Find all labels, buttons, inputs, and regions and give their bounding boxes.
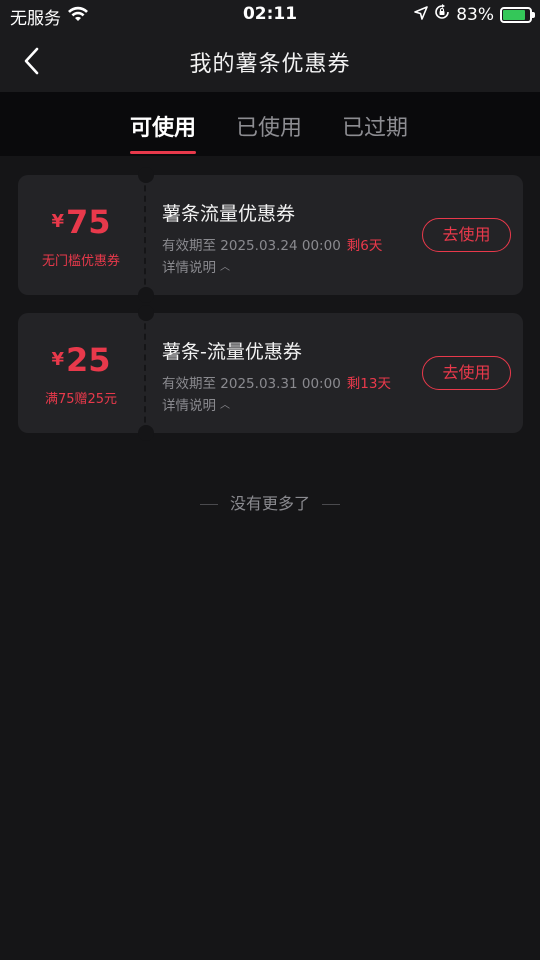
status-bar: 无服务 02:11 83% bbox=[0, 0, 540, 30]
coupon-amount: ¥75 bbox=[18, 203, 144, 241]
chevron-up-icon: ︿ bbox=[220, 262, 230, 273]
coupon-condition: 无门槛优惠券 bbox=[41, 254, 120, 269]
amount-value: 75 bbox=[66, 203, 111, 241]
nav-bar: 我的薯条优惠券 bbox=[0, 30, 540, 92]
currency-symbol: ¥ bbox=[51, 349, 64, 370]
coupon-validity: 有效期至 2025.03.24 00:00 剩6天 bbox=[162, 234, 382, 254]
coupon-validity: 有效期至 2025.03.31 00:00 剩13天 bbox=[162, 372, 391, 392]
coupon-value-section: ¥75 无门槛优惠券 bbox=[18, 175, 146, 295]
tab-used[interactable]: 已使用 bbox=[236, 110, 302, 142]
status-right: 83% bbox=[414, 4, 535, 25]
coupon-condition: 满75赠25元 bbox=[44, 392, 118, 407]
coupon-title: 薯条流量优惠券 bbox=[162, 203, 296, 225]
tab-label: 可使用 bbox=[130, 116, 197, 141]
active-tab-indicator bbox=[130, 151, 197, 154]
amount-value: 25 bbox=[66, 341, 111, 379]
validity-date: 有效期至 2025.03.24 00:00 bbox=[162, 238, 341, 254]
coupon-title: 薯条-流量优惠券 bbox=[162, 341, 302, 363]
coupon-value-section: ¥25 满75赠25元 bbox=[18, 313, 146, 433]
currency-symbol: ¥ bbox=[51, 211, 64, 232]
use-coupon-button[interactable]: 去使用 bbox=[422, 218, 511, 252]
days-remaining: 剩13天 bbox=[346, 376, 391, 392]
orientation-lock-icon bbox=[434, 4, 450, 25]
coupon-card: ¥75 无门槛优惠券 薯条流量优惠券 有效期至 2025.03.24 00:00… bbox=[18, 167, 523, 303]
ticket-notch-top bbox=[138, 167, 154, 183]
end-of-list-indicator: 没有更多了 bbox=[0, 490, 540, 514]
tab-label: 已使用 bbox=[236, 116, 303, 141]
battery-icon bbox=[500, 6, 535, 23]
details-label: 详情说明 bbox=[162, 260, 216, 276]
chevron-up-icon: ︿ bbox=[220, 400, 230, 411]
tab-label: 已过期 bbox=[342, 116, 409, 141]
tab-bar: 可使用 已使用 已过期 bbox=[0, 92, 540, 156]
battery-percent: 83% bbox=[456, 4, 494, 25]
coupon-amount: ¥25 bbox=[18, 341, 144, 379]
details-label: 详情说明 bbox=[162, 398, 216, 414]
ticket-notch-bottom bbox=[138, 287, 154, 303]
coupon-card: ¥25 满75赠25元 薯条-流量优惠券 有效期至 2025.03.31 00:… bbox=[18, 305, 523, 441]
details-toggle[interactable]: 详情说明 ︿ bbox=[162, 256, 230, 276]
validity-date: 有效期至 2025.03.31 00:00 bbox=[162, 376, 341, 392]
ticket-notch-bottom bbox=[138, 425, 154, 441]
page-title: 我的薯条优惠券 bbox=[189, 52, 351, 77]
tab-available[interactable]: 可使用 bbox=[130, 110, 197, 154]
location-arrow-icon bbox=[414, 5, 429, 25]
days-remaining: 剩6天 bbox=[346, 238, 383, 254]
no-more-label: 没有更多了 bbox=[229, 494, 310, 513]
details-toggle[interactable]: 详情说明 ︿ bbox=[162, 394, 230, 414]
divider bbox=[199, 504, 218, 505]
battery-level bbox=[503, 9, 525, 20]
ticket-notch-top bbox=[138, 305, 154, 321]
divider bbox=[322, 504, 340, 505]
use-coupon-button[interactable]: 去使用 bbox=[422, 356, 511, 390]
tab-expired[interactable]: 已过期 bbox=[342, 110, 408, 142]
